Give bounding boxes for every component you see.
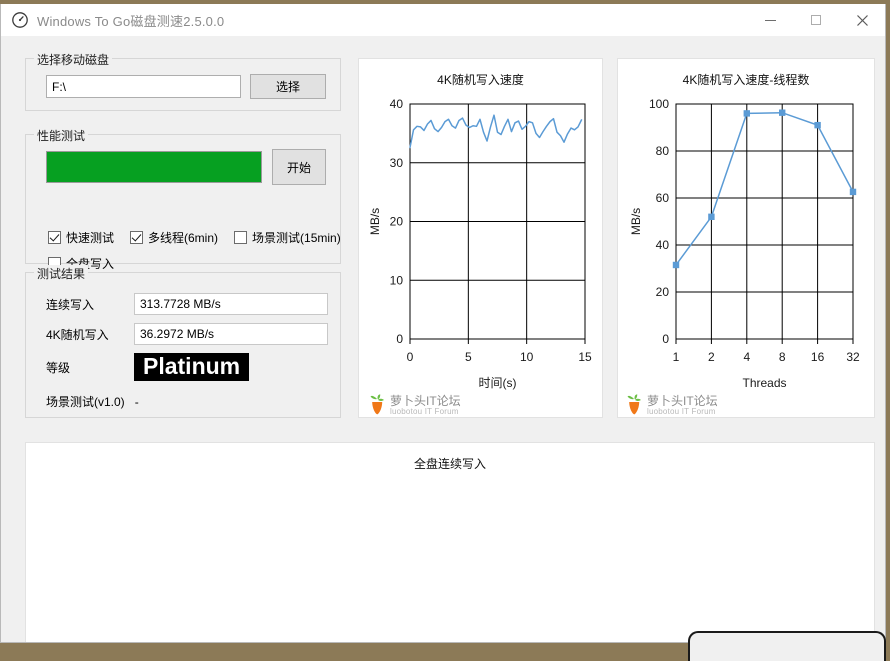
disk-select-legend: 选择移动磁盘 [34,51,113,68]
carrot-icon [626,393,643,418]
checkbox-multithread-label: 多线程(6min) [148,231,219,245]
chart-4k-random-write-speed: 4K随机写入速度 0 10 20 30 40 0 5 10 15 MB/s 时间(s) [358,58,603,418]
svg-text:20: 20 [390,215,404,229]
select-disk-button[interactable]: 选择 [250,74,326,99]
minimize-button[interactable] [747,4,793,36]
start-button[interactable]: 开始 [272,149,326,185]
chart-4k-random-write-threads: 4K随机写入速度-线程数 0 20 40 60 80 100 1 2 4 8 16 32 MB/s Thr… [617,58,875,418]
chart3-title: 全盘连续写入 [413,457,486,471]
svg-text:Threads: Threads [742,376,786,390]
checkbox-multithread[interactable]: 多线程(6min) [130,229,218,246]
grade-label: 等级 [46,360,71,375]
screen-root: Windows To Go磁盘测速2.5.0.0 选择移动磁盘 F:\ 选择 性… [0,0,890,661]
checkbox-quick-test-label: 快速测试 [66,231,115,245]
scene-test-value: - [134,394,139,409]
disk-select-group: 选择移动磁盘 选择 [25,51,341,111]
maximize-icon [811,15,821,25]
carrot-icon [369,393,386,418]
result-row-scene-test: 场景测试(v1.0) - [46,393,139,410]
close-button[interactable] [839,4,885,36]
progress-bar [46,151,262,183]
svg-text:100: 100 [649,97,669,111]
svg-text:5: 5 [465,350,472,364]
watermark-en: luobotou IT Forum [647,406,716,416]
watermark-chart1: 萝卜头IT论坛 luobotou IT Forum [369,393,461,418]
test-results-group: 测试结果 连续写入 4K随机写入 等级 Platinum 场景测试(v1.0) … [25,265,341,418]
performance-test-legend: 性能测试 [34,127,89,144]
svg-text:0: 0 [396,332,403,346]
svg-text:40: 40 [656,238,670,252]
checkbox-quick-test-box [48,231,61,244]
svg-text:0: 0 [662,332,669,346]
watermark-cn: 萝卜头IT论坛 [647,394,718,408]
chart-full-disk-sequential-write: 全盘连续写入 [25,442,875,642]
minimize-icon [764,19,776,21]
result-row-sequential-write: 连续写入 [46,293,328,315]
select-disk-label: 选择 [275,80,300,94]
result-row-grade: 等级 Platinum [46,353,250,382]
watermark-chart2-texts: 萝卜头IT论坛 luobotou IT Forum [647,395,718,416]
svg-text:2: 2 [708,350,715,364]
watermark-chart2: 萝卜头IT论坛 luobotou IT Forum [626,393,718,418]
checkbox-scene-test-label: 场景测试(15min) [252,231,341,245]
chart1-plot: 0 10 20 30 40 0 5 10 15 MB/s 时间(s) [368,97,592,390]
random-write-label: 4K随机写入 [46,327,109,342]
title-bar: Windows To Go磁盘测速2.5.0.0 [1,4,885,36]
svg-text:15: 15 [578,350,592,364]
performance-test-group: 性能测试 开始 快速测试 多线程(6min) 场景测试(15min) 全盘写入 [25,127,341,271]
svg-text:20: 20 [656,285,670,299]
svg-text:10: 10 [520,350,534,364]
svg-text:4: 4 [743,350,750,364]
svg-text:时间(s): 时间(s) [479,376,517,390]
random-write-value[interactable] [134,323,328,345]
checkbox-scene-test[interactable]: 场景测试(15min) [234,229,341,246]
bottom-overlay-widget[interactable] [688,631,886,661]
svg-text:MB/s: MB/s [629,208,643,235]
app-window: Windows To Go磁盘测速2.5.0.0 选择移动磁盘 F:\ 选择 性… [0,4,886,643]
checkbox-scene-test-box [234,231,248,244]
scene-test-label: 场景测试(v1.0) [46,395,125,409]
chart2-plot: 0 20 40 60 80 100 1 2 4 8 16 32 MB/s Threads [629,97,860,390]
watermark-cn: 萝卜头IT论坛 [390,394,461,408]
watermark-chart1-texts: 萝卜头IT论坛 luobotou IT Forum [390,395,461,416]
sequential-write-value[interactable] [134,293,328,315]
sequential-write-label: 连续写入 [46,297,95,312]
watermark-en: luobotou IT Forum [390,406,459,416]
maximize-button[interactable] [793,4,839,36]
status-badge: Platinum [134,353,250,382]
test-results-legend: 测试结果 [34,265,89,282]
svg-text:16: 16 [811,350,825,364]
checkbox-quick-test[interactable]: 快速测试 [48,229,114,246]
svg-text:40: 40 [390,97,404,111]
client-area: 选择移动磁盘 选择 性能测试 开始 快速测试 [1,36,885,642]
svg-text:32: 32 [846,350,860,364]
close-icon [856,14,868,26]
svg-text:MB/s: MB/s [368,208,382,235]
svg-text:8: 8 [779,350,786,364]
start-button-label: 开始 [286,160,311,175]
disk-path-input[interactable] [46,75,241,98]
speedometer-icon [11,11,29,29]
window-controls [747,4,885,36]
checkbox-multithread-box [130,231,144,244]
svg-text:1: 1 [673,350,680,364]
svg-text:30: 30 [390,156,404,170]
window-title: Windows To Go磁盘测速2.5.0.0 [37,13,225,29]
checkbox-row-primary: 快速测试 多线程(6min) 场景测试(15min) [48,229,357,246]
svg-text:0: 0 [407,350,414,364]
svg-text:80: 80 [656,144,670,158]
svg-text:10: 10 [390,273,404,287]
result-row-4k-random-write: 4K随机写入 [46,323,328,345]
svg-text:60: 60 [656,191,670,205]
